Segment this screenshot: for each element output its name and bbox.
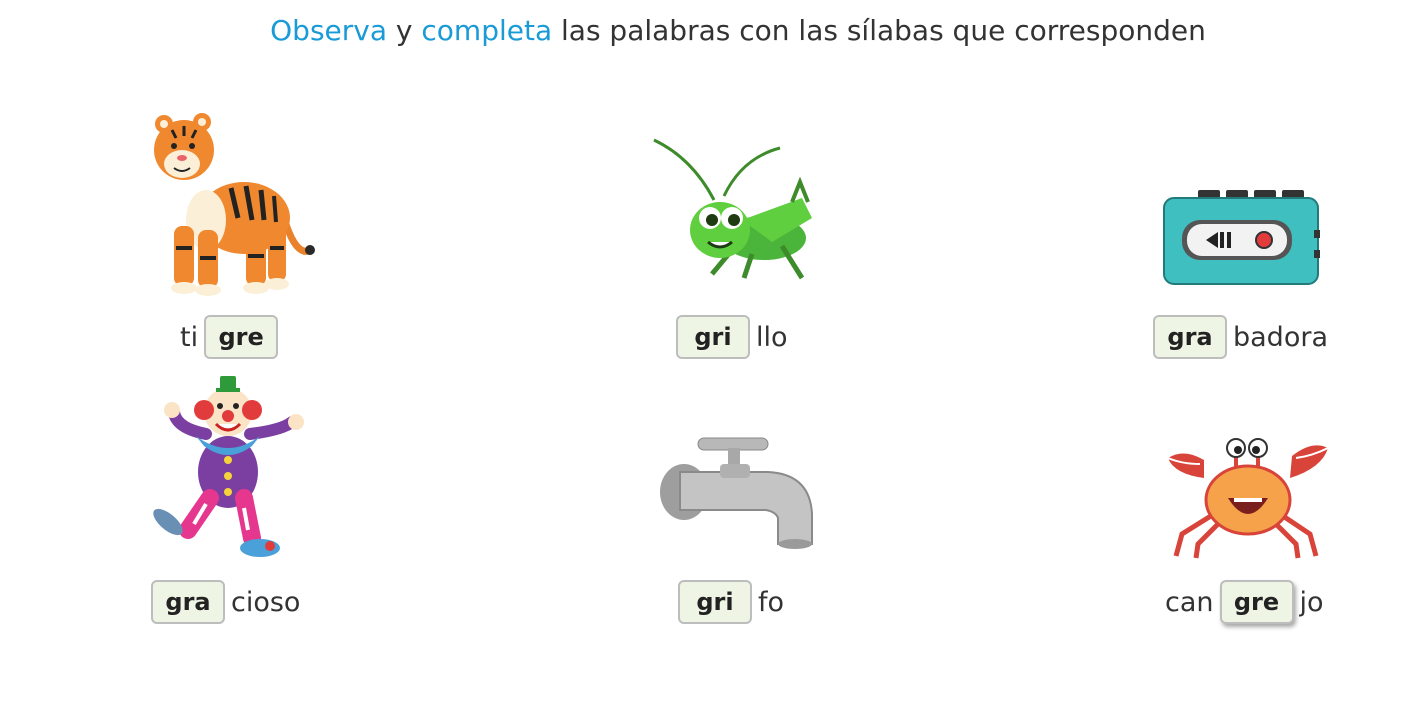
tiger-syllable-slot[interactable]: gre: [204, 315, 279, 359]
word-cricket-suffix: llo: [756, 321, 788, 353]
word-clown-suffix: cioso: [231, 586, 301, 618]
instruction-complete: completa: [421, 14, 553, 47]
word-tiger: ti gre: [180, 315, 284, 359]
faucet-icon: [660, 434, 816, 550]
tiger-icon: [146, 108, 316, 298]
instruction-connector: y: [387, 14, 422, 47]
word-crab-suffix: jo: [1299, 586, 1324, 618]
word-tape-recorder-suffix: badora: [1233, 321, 1328, 353]
word-clown: gra cioso: [145, 580, 300, 624]
word-tiger-prefix: ti: [180, 321, 199, 353]
instruction-observe: Observa: [270, 14, 388, 47]
crab-syllable-slot[interactable]: gre: [1219, 580, 1294, 624]
word-crab: can gre jo: [1165, 580, 1324, 624]
word-faucet-suffix: fo: [758, 586, 785, 618]
tape-recorder-syllable-slot[interactable]: gra: [1153, 315, 1227, 359]
clown-syllable-slot[interactable]: gra: [151, 580, 225, 624]
tape-recorder-icon: [1162, 190, 1324, 286]
clown-icon: [146, 372, 312, 562]
word-cricket: gri llo: [670, 315, 788, 359]
crab-icon: [1164, 434, 1332, 560]
cricket-icon: [652, 138, 822, 288]
word-faucet: gri fo: [672, 580, 784, 624]
instruction-rest: las palabras con las sílabas que corresp…: [552, 14, 1206, 47]
instruction-text: Observa y completa las palabras con las …: [0, 14, 1421, 47]
cricket-syllable-slot[interactable]: gri: [676, 315, 750, 359]
faucet-syllable-slot[interactable]: gri: [678, 580, 752, 624]
word-crab-prefix: can: [1165, 586, 1214, 618]
word-tape-recorder: gra badora: [1147, 315, 1328, 359]
